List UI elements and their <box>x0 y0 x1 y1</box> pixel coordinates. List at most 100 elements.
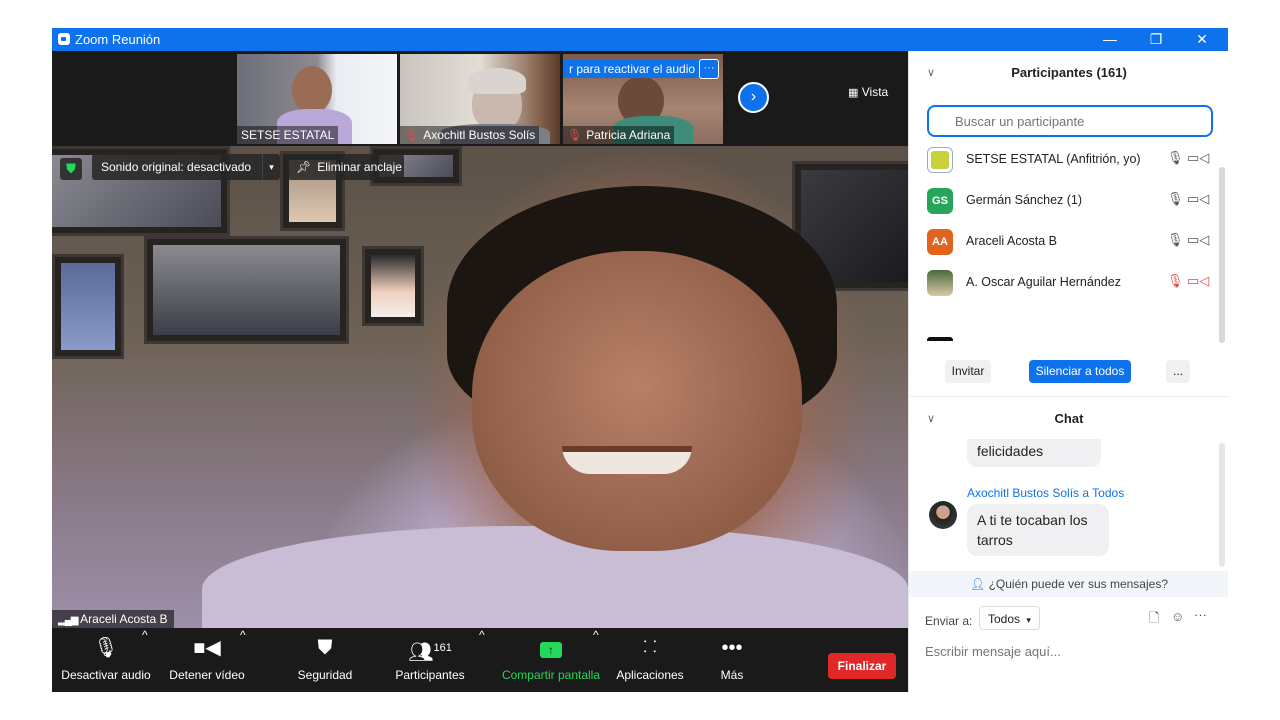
video-camera-icon: ■◀ <box>193 637 221 659</box>
video-camera-icon[interactable]: ▭◁ <box>1187 150 1209 166</box>
invite-button[interactable]: Invitar <box>945 360 991 383</box>
microphone-icon[interactable]: 🎙︎ <box>1167 191 1184 207</box>
video-camera-off-icon[interactable]: ▭◁ <box>1187 273 1209 289</box>
unmute-banner[interactable]: r para reactivar el audio <box>563 60 702 78</box>
thumbnail-name: 🎙︎ Patricia Adriana <box>563 126 675 144</box>
org-logo-icon <box>931 151 949 169</box>
send-to-dropdown[interactable]: Todos ▾ <box>979 606 1040 630</box>
minimize-button[interactable]: — <box>1087 28 1133 51</box>
meeting-toolbar: 🎙︎ Desactivar audio ^ ■◀ Detener vídeo ^… <box>52 628 908 692</box>
speaker-smile <box>562 446 692 474</box>
microphone-icon[interactable]: 🎙︎ <box>1167 232 1184 248</box>
end-meeting-button[interactable]: Finalizar <box>828 653 896 679</box>
avatar <box>929 501 957 529</box>
wall-picture <box>362 246 424 326</box>
window-title: Zoom Reunión <box>75 32 161 47</box>
chat-message-input[interactable] <box>925 639 1215 663</box>
signal-bars-icon: ▂▄▆ <box>58 615 78 626</box>
share-screen-icon: ↑ <box>540 642 562 658</box>
participant-hair <box>468 68 526 94</box>
apps-button[interactable]: ⸬ Aplicaciones <box>614 628 686 692</box>
mute-all-button[interactable]: Silenciar a todos <box>1029 360 1131 383</box>
participants-button[interactable]: 👥︎161 Participantes <box>392 628 468 692</box>
share-options-caret[interactable]: ^ <box>593 628 599 692</box>
unpin-button[interactable]: 📌︎ Eliminar anclaje <box>288 154 404 180</box>
wall-picture <box>52 254 124 359</box>
avatar <box>927 147 953 173</box>
participants-icon: 👥︎161 <box>408 641 452 664</box>
audio-options-caret[interactable]: ^ <box>142 628 148 692</box>
more-dots-icon[interactable]: ··· <box>1194 607 1207 622</box>
security-shield-icon[interactable]: ⛊ <box>60 158 82 180</box>
chat-sender[interactable]: Axochitl Bustos Solís a Todos <box>967 486 1124 500</box>
person-lock-icon: 👤︎ <box>969 577 986 591</box>
video-thumbnail[interactable]: r para reactivar el audio ··· 🎙︎ Patricia… <box>563 54 723 144</box>
restore-button[interactable]: ❐ <box>1133 28 1179 51</box>
more-dots-icon: ••• <box>721 637 743 659</box>
video-camera-icon[interactable]: ▭◁ <box>1187 191 1209 207</box>
video-options-caret[interactable]: ^ <box>240 628 246 692</box>
participants-more-button[interactable]: ... <box>1166 360 1190 383</box>
speaker-face <box>472 251 802 551</box>
speaker-name-label: ▂▄▆ Araceli Acosta B <box>52 610 174 628</box>
chat-message: A ti te tocaban los tarros <box>967 504 1109 556</box>
send-to-label: Enviar a: <box>925 614 973 628</box>
avatar <box>927 337 953 341</box>
thumbnail-name: SETSE ESTATAL <box>237 126 339 144</box>
next-page-button[interactable]: › <box>738 82 769 113</box>
video-area: SETSE ESTATAL 🎙︎ Axochitl Bustos Solís r … <box>52 51 908 628</box>
participant-search-input[interactable] <box>927 105 1213 137</box>
chat-scrollbar[interactable] <box>1219 443 1225 567</box>
mic-muted-icon: 🎙︎ <box>567 128 583 142</box>
avatar: GS <box>927 188 953 214</box>
zoom-window: Zoom Reunión — ❐ ✕ SETSE ESTATAL 🎙︎ Axoch… <box>52 28 1228 692</box>
security-button[interactable]: ⛊ Seguridad <box>292 628 358 692</box>
chat-message: felicidades <box>967 439 1101 467</box>
banner-more-button[interactable]: ··· <box>699 59 719 79</box>
participant-row[interactable]: SETSE ESTATAL (Anfitrión, yo) 🎙︎ ▭◁ <box>909 139 1219 180</box>
chevron-down-icon: ▾ <box>1026 615 1031 625</box>
apps-icon: ⸬ <box>643 639 657 656</box>
pin-icon: 📌︎ <box>296 160 312 174</box>
who-can-see-link[interactable]: 👤︎ ¿Quién puede ver sus mensajes? <box>909 571 1228 597</box>
chevron-down-icon[interactable]: ▾ <box>262 154 280 180</box>
participants-scrollbar[interactable] <box>1219 167 1225 343</box>
original-sound-dropdown[interactable]: Sonido original: desactivado ▾ <box>92 154 280 180</box>
grid-icon: ▦ <box>848 87 859 99</box>
wall-picture <box>144 236 349 344</box>
thumbnail-strip: SETSE ESTATAL 🎙︎ Axochitl Bustos Solís r … <box>52 51 908 146</box>
share-screen-button[interactable]: ↑ Compartir pantalla <box>500 628 602 692</box>
chevron-down-icon[interactable]: ∨ <box>927 401 935 437</box>
microphone-muted-icon[interactable]: 🎙︎ <box>1167 273 1184 289</box>
emoji-icon[interactable]: ☺ <box>1171 609 1184 624</box>
participant-face <box>292 66 332 114</box>
active-speaker-video: ⛊ Sonido original: desactivado ▾ 📌︎ Elimi… <box>52 146 908 628</box>
avatar: AA <box>927 229 953 255</box>
view-button[interactable]: ▦ Vista <box>848 85 888 99</box>
microphone-icon[interactable]: 🎙︎ <box>1167 150 1184 166</box>
speaker-shirt <box>202 526 908 628</box>
divider <box>909 396 1228 397</box>
stop-video-button[interactable]: ■◀ Detener vídeo <box>166 628 248 692</box>
thumbnail-name: 🎙︎ Axochitl Bustos Solís <box>400 126 540 144</box>
participants-header: ∨ Participantes (161) <box>909 55 1228 91</box>
chat-header: ∨ Chat <box>909 401 1228 437</box>
zoom-logo-icon <box>58 33 70 45</box>
participant-row[interactable]: AA Araceli Acosta B 🎙︎ ▭◁ <box>909 221 1219 262</box>
video-thumbnail[interactable]: SETSE ESTATAL <box>237 54 397 144</box>
title-bar: Zoom Reunión — ❐ ✕ <box>52 28 1228 51</box>
participant-row[interactable]: A. Oscar Aguilar Hernández 🎙︎ ▭◁ <box>909 262 1219 303</box>
more-button[interactable]: ••• Más <box>712 628 752 692</box>
participants-options-caret[interactable]: ^ <box>479 628 485 692</box>
video-thumbnail[interactable]: 🎙︎ Axochitl Bustos Solís <box>400 54 560 144</box>
file-icon[interactable]: 🗋 <box>1149 609 1159 631</box>
avatar <box>927 270 953 296</box>
mic-muted-icon: 🎙︎ <box>404 128 420 142</box>
mute-audio-button[interactable]: 🎙︎ Desactivar audio <box>60 628 152 692</box>
chevron-down-icon[interactable]: ∨ <box>927 55 935 91</box>
close-button[interactable]: ✕ <box>1179 28 1225 51</box>
video-camera-icon[interactable]: ▭◁ <box>1187 232 1209 248</box>
participant-row[interactable]: GS Germán Sánchez (1) 🎙︎ ▭◁ <box>909 180 1219 221</box>
side-panel: ∨ Participantes (161) 🔍︎ SETSE ESTATAL (… <box>908 51 1228 692</box>
participants-count: 161 <box>433 642 452 654</box>
